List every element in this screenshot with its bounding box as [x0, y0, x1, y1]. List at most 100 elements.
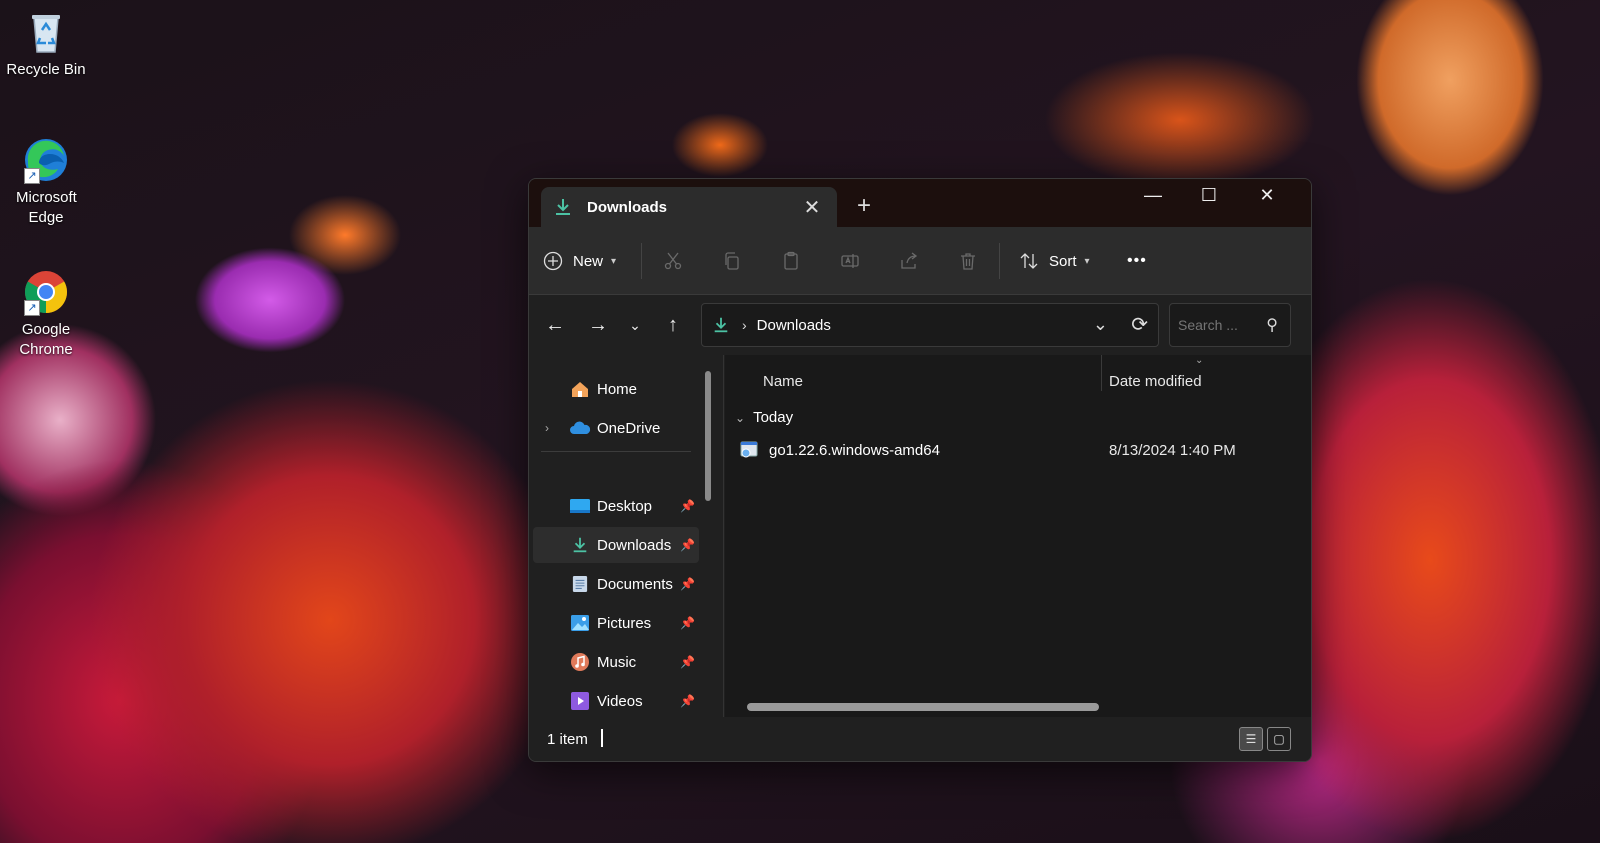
command-bar: New ▾ Sort ▾ •••: [529, 227, 1311, 295]
maximize-button[interactable]: ☐: [1181, 179, 1237, 215]
shortcut-arrow-icon: ↗: [24, 168, 40, 184]
nav-item-downloads[interactable]: Downloads 📌: [533, 527, 699, 563]
pin-icon[interactable]: 📌: [680, 694, 695, 708]
chevron-right-icon[interactable]: ›: [545, 421, 549, 435]
share-button[interactable]: [899, 246, 919, 276]
tab-title: Downloads: [587, 198, 668, 216]
column-header-name[interactable]: Name: [763, 373, 803, 390]
group-header-today[interactable]: ⌄ Today: [735, 409, 793, 426]
chrome-icon: ↗: [22, 268, 70, 316]
address-dropdown-icon[interactable]: ⌄: [1093, 314, 1108, 335]
search-box[interactable]: ⚲: [1169, 303, 1291, 347]
shortcut-arrow-icon: ↗: [24, 300, 40, 316]
text-cursor: [601, 729, 603, 747]
horizontal-scrollbar[interactable]: [747, 703, 1099, 711]
new-button[interactable]: New ▾: [543, 246, 616, 276]
download-icon: [714, 317, 728, 333]
new-tab-button[interactable]: +: [849, 191, 879, 221]
nav-item-onedrive[interactable]: › OneDrive: [533, 410, 699, 446]
new-label: New: [573, 252, 604, 270]
nav-scrollbar[interactable]: [705, 371, 711, 501]
pin-icon[interactable]: 📌: [680, 538, 695, 552]
music-icon: [569, 652, 591, 672]
sort-icon: [1020, 253, 1038, 269]
nav-item-music[interactable]: Music 📌: [533, 644, 699, 680]
column-header-date-modified[interactable]: Date modified: [1109, 373, 1202, 390]
title-bar: Downloads ✕ + — ☐ ✕: [529, 179, 1311, 227]
pin-icon[interactable]: 📌: [680, 616, 695, 630]
close-window-button[interactable]: ✕: [1239, 179, 1295, 215]
tab-downloads[interactable]: Downloads ✕: [541, 187, 837, 227]
nav-item-videos[interactable]: Videos 📌: [533, 683, 699, 719]
back-button[interactable]: ←: [543, 313, 567, 337]
plus-circle-icon: [543, 251, 563, 271]
copy-button[interactable]: [722, 246, 742, 276]
desktop-folder-icon: [569, 496, 591, 516]
pin-icon[interactable]: 📌: [680, 577, 695, 591]
search-icon: ⚲: [1266, 317, 1278, 334]
status-bar: 1 item ☰ ▢: [529, 717, 1311, 761]
file-date-modified: 8/13/2024 1:40 PM: [1109, 441, 1236, 459]
nav-item-label: Documents: [597, 575, 673, 593]
nav-item-pictures[interactable]: Pictures 📌: [533, 605, 699, 641]
recent-locations-button[interactable]: ⌄: [623, 313, 647, 337]
refresh-icon[interactable]: ⟳: [1131, 312, 1148, 337]
nav-item-label: Videos: [597, 692, 643, 710]
chevron-down-icon: ▾: [1084, 255, 1090, 267]
pane-divider[interactable]: [723, 355, 724, 717]
file-row[interactable]: go1.22.6.windows-amd64 8/13/2024 1:40 PM: [739, 435, 1299, 465]
desktop-icon-label: Recycle Bin: [6, 61, 86, 78]
search-input[interactable]: [1178, 317, 1258, 333]
desktop-icon-edge[interactable]: ↗ Microsoft Edge: [4, 136, 88, 228]
minimize-button[interactable]: —: [1125, 179, 1181, 215]
sort-button[interactable]: Sort ▾: [1019, 246, 1090, 276]
home-icon: [569, 379, 591, 399]
cloud-icon: [569, 418, 591, 438]
cut-button[interactable]: [663, 246, 683, 276]
up-button[interactable]: ↑: [661, 313, 685, 337]
sort-label: Sort: [1049, 252, 1077, 270]
desktop-icon-recycle-bin[interactable]: Recycle Bin: [4, 8, 88, 80]
copy-icon: [725, 252, 739, 270]
documents-icon: [569, 574, 591, 594]
desktop-icon-chrome[interactable]: ↗ Google Chrome: [4, 268, 88, 360]
file-list: Name ⌄ Date modified ⌄ Today go1.22.6.wi…: [725, 355, 1311, 717]
download-icon: [556, 199, 570, 215]
nav-item-home[interactable]: Home: [533, 371, 699, 407]
chevron-down-icon: ▾: [611, 255, 617, 267]
installer-icon: [740, 441, 758, 458]
paste-button[interactable]: [781, 246, 801, 276]
breadcrumb-downloads[interactable]: Downloads: [757, 317, 831, 334]
rename-button[interactable]: [840, 246, 860, 276]
address-bar[interactable]: › Downloads ⌄ ⟳: [701, 303, 1159, 347]
more-options-button[interactable]: •••: [1127, 246, 1147, 276]
desktop-icon-label: Google Chrome: [19, 321, 73, 358]
download-icon: [569, 535, 591, 555]
pin-icon[interactable]: 📌: [680, 499, 695, 513]
recycle-bin-icon: [22, 8, 70, 56]
file-name: go1.22.6.windows-amd64: [769, 441, 940, 459]
nav-item-label: Downloads: [597, 536, 672, 554]
column-separator[interactable]: [1101, 355, 1102, 391]
details-view-button[interactable]: ☰: [1239, 727, 1263, 751]
breadcrumb-chevron-icon[interactable]: ›: [742, 317, 747, 333]
nav-item-label: Home: [597, 380, 638, 398]
pictures-icon: [569, 613, 591, 633]
delete-button[interactable]: [958, 246, 978, 276]
toolbar-divider: [641, 243, 642, 279]
nav-item-documents[interactable]: Documents 📌: [533, 566, 699, 602]
pin-icon[interactable]: 📌: [680, 655, 695, 669]
nav-item-label: Music: [597, 653, 637, 671]
tiles-view-button[interactable]: ▢: [1267, 727, 1291, 751]
rename-icon: [841, 254, 859, 268]
nav-item-desktop[interactable]: Desktop 📌: [533, 488, 699, 524]
nav-item-label: OneDrive: [597, 419, 661, 437]
trash-icon: [961, 253, 975, 270]
item-count: 1 item: [547, 731, 588, 748]
edge-icon: ↗: [22, 136, 70, 184]
sort-indicator-icon: ⌄: [1195, 355, 1204, 366]
nav-divider: [541, 451, 691, 452]
forward-button[interactable]: →: [586, 313, 610, 337]
close-tab-icon[interactable]: ✕: [797, 195, 827, 220]
nav-item-label: Desktop: [597, 497, 653, 515]
